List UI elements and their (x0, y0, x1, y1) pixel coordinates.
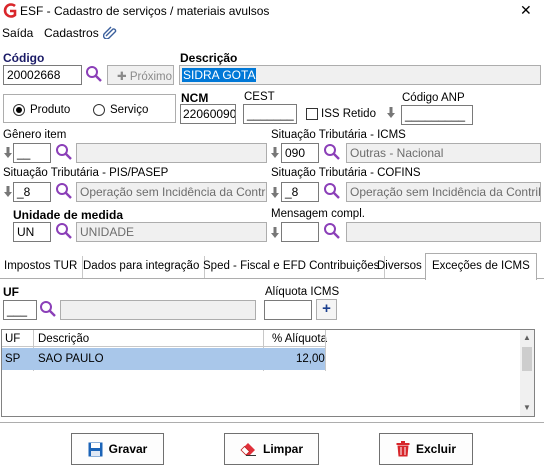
arrow-down-icon (271, 227, 279, 238)
anp-label: Código ANP (402, 92, 465, 104)
descricao-selected-text: SIDRA GOTA (182, 68, 257, 82)
unidade-desc: UNIDADE (76, 222, 267, 242)
uf-label: UF (3, 285, 19, 299)
search-icon[interactable] (85, 65, 103, 83)
tab-sped[interactable]: Sped - Fiscal e EFD Contribuições (199, 256, 386, 278)
search-icon[interactable] (55, 182, 73, 200)
search-icon[interactable] (323, 143, 341, 161)
ncm-label: NCM (181, 91, 209, 105)
pis-desc: Operação sem Incidência da Contribuiç (76, 182, 267, 202)
excluir-button[interactable]: Excluir (379, 433, 473, 465)
aliquota-input[interactable] (264, 300, 312, 320)
trash-icon (396, 441, 410, 457)
search-icon[interactable] (323, 182, 341, 200)
close-icon[interactable]: ✕ (520, 2, 532, 19)
codigo-input[interactable]: 20002668 (3, 65, 82, 85)
genero-desc (76, 143, 267, 163)
iss-retido-checkbox[interactable] (306, 108, 318, 120)
arrow-down-icon (4, 186, 12, 197)
uf-input[interactable]: ___ (3, 300, 37, 320)
icms-desc: Outras - Nacional (346, 143, 541, 163)
search-icon[interactable] (55, 222, 73, 240)
genero-input[interactable]: __ (13, 143, 51, 163)
scroll-thumb[interactable] (522, 347, 532, 371)
search-icon[interactable] (55, 143, 73, 161)
servico-radio[interactable] (93, 104, 105, 116)
menu-saida[interactable]: Saída (2, 26, 33, 40)
limpar-button[interactable]: Limpar (224, 433, 319, 465)
mensagem-input[interactable] (281, 222, 319, 242)
arrow-down-icon (4, 147, 12, 158)
tab-diversos[interactable]: Diversos (373, 256, 428, 278)
arrow-down-icon (387, 107, 395, 118)
menu-cadastros[interactable]: Cadastros (44, 26, 99, 40)
add-button[interactable]: + (316, 299, 337, 320)
cest-label: CEST (244, 91, 275, 103)
paperclip-icon[interactable] (103, 25, 117, 39)
scroll-down-icon[interactable]: ▼ (520, 401, 534, 415)
icms-label: Situação Tributária - ICMS (271, 129, 406, 141)
cofins-input[interactable]: _8 (281, 182, 319, 202)
tipo-group (3, 94, 176, 123)
mensagem-desc (346, 222, 541, 242)
app-logo-icon (3, 3, 17, 18)
limpar-label: Limpar (262, 442, 303, 456)
produto-label[interactable]: Produto (30, 104, 70, 116)
cest-input[interactable]: _______ (243, 104, 297, 124)
pis-input[interactable]: _8 (13, 182, 51, 202)
genero-label: Gênero item (3, 129, 67, 141)
iss-retido-label[interactable]: ISS Retido (321, 108, 376, 120)
cofins-desc: Operação sem Incidência da Contribuiç (346, 182, 541, 202)
arrow-down-icon (271, 187, 279, 198)
col-divider (325, 330, 326, 371)
unidade-label: Unidade de medida (13, 208, 124, 222)
gravar-button[interactable]: Gravar (71, 433, 164, 465)
row-uf: SP (5, 353, 21, 365)
proximo-button[interactable]: ✚ Próximo (107, 65, 174, 85)
scroll-up-icon[interactable]: ▲ (520, 331, 534, 345)
icms-input[interactable]: 090 (281, 143, 319, 163)
descricao-input[interactable]: SIDRA GOTA (179, 65, 541, 85)
plus-icon: ✚ (117, 71, 127, 83)
unidade-input[interactable]: UN (13, 222, 51, 242)
anp-input[interactable]: _________ (401, 105, 473, 125)
aliquota-label: Alíquota ICMS (265, 286, 340, 298)
col-header-descricao[interactable]: Descrição (38, 333, 89, 345)
title-bar: ESF - Cadastro de serviços / materiais a… (0, 0, 544, 22)
codigo-label: Código (3, 51, 45, 65)
pis-label: Situação Tributária - PIS/PASEP (3, 167, 169, 179)
excluir-label: Excluir (415, 442, 457, 456)
tab-excecoes-icms[interactable]: Exceções de ICMS (425, 253, 537, 280)
produto-radio[interactable] (13, 104, 25, 116)
arrow-down-icon (271, 147, 279, 158)
tab-impostos-tur[interactable]: Impostos TUR (0, 256, 84, 278)
ncm-input[interactable]: 22060090 (180, 104, 236, 124)
col-header-uf[interactable]: UF (5, 333, 20, 345)
mensagem-label: Mensagem compl. (271, 208, 365, 220)
cofins-label: Situação Tributária - COFINS (271, 167, 421, 179)
tab-dados-integracao[interactable]: Dados para integração (79, 256, 206, 278)
gravar-label: Gravar (108, 442, 148, 456)
descricao-label: Descrição (180, 51, 238, 65)
search-icon[interactable] (323, 222, 341, 240)
col-header-aliquota[interactable]: % Alíquota (272, 333, 327, 345)
proximo-label: Próximo (129, 71, 173, 83)
row-aliquota: 12,00 (296, 353, 325, 365)
servico-label[interactable]: Serviço (110, 104, 148, 116)
save-icon (88, 442, 103, 456)
uf-desc (60, 300, 256, 320)
row-descricao: SAO PAULO (38, 353, 104, 365)
search-icon[interactable] (39, 300, 57, 318)
eraser-icon (240, 443, 256, 456)
window-title: ESF - Cadastro de serviços / materiais a… (20, 4, 270, 18)
